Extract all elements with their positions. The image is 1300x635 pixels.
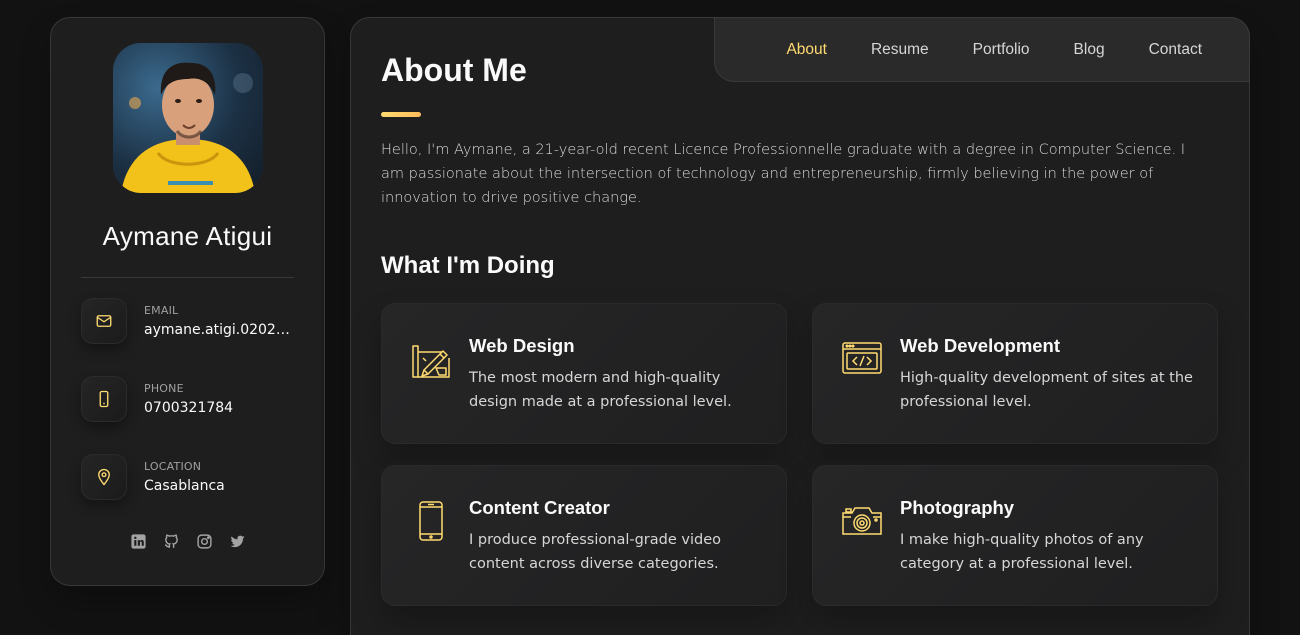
sidebar: Aymane Atigui Email aymane.atigi.0202@gm… bbox=[50, 17, 325, 586]
title-underline bbox=[381, 112, 421, 117]
avatar bbox=[113, 43, 263, 193]
linkedin-icon[interactable] bbox=[129, 532, 147, 550]
contact-title-location: Location bbox=[144, 460, 202, 473]
twitter-icon[interactable] bbox=[228, 532, 246, 550]
code-icon bbox=[841, 338, 883, 380]
avatar-photo bbox=[113, 43, 263, 193]
phone-link[interactable]: 0700321784 bbox=[144, 400, 294, 416]
contact-email: Email aymane.atigi.0202@gmail.com bbox=[81, 298, 296, 346]
mail-icon bbox=[81, 298, 127, 344]
separator bbox=[81, 277, 294, 278]
github-icon[interactable] bbox=[162, 532, 180, 550]
contact-title-phone: Phone bbox=[144, 382, 184, 395]
social-links bbox=[51, 532, 324, 550]
nav-blog[interactable]: Blog bbox=[1074, 41, 1105, 59]
nav-about[interactable]: About bbox=[786, 41, 827, 59]
service-title: Web Development bbox=[900, 335, 1061, 356]
service-text: High-quality development of sites at the… bbox=[900, 370, 1193, 410]
service-text: The most modern and high-quality design … bbox=[469, 370, 732, 410]
service-title: Content Creator bbox=[469, 497, 610, 518]
nav-resume[interactable]: Resume bbox=[871, 41, 929, 59]
service-title: Web Design bbox=[469, 335, 575, 356]
service-text: I make high-quality photos of any catego… bbox=[900, 532, 1144, 572]
service-title: Photography bbox=[900, 497, 1015, 518]
page-title: About Me bbox=[381, 52, 527, 88]
about-text: Hello, I'm Aymane, a 21-year-old recent … bbox=[381, 142, 1185, 206]
camera-icon bbox=[841, 500, 883, 542]
nav-portfolio[interactable]: Portfolio bbox=[973, 41, 1030, 59]
instagram-icon[interactable] bbox=[195, 532, 213, 550]
about-article: About Resume Portfolio Blog Contact Abou… bbox=[350, 17, 1250, 635]
smartphone-icon bbox=[410, 500, 452, 542]
location-pin-icon bbox=[81, 454, 127, 500]
services-title: What I'm Doing bbox=[381, 252, 555, 279]
design-icon bbox=[410, 338, 452, 380]
contact-title-email: Email bbox=[144, 304, 179, 317]
nav-contact[interactable]: Contact bbox=[1149, 41, 1202, 59]
navbar: About Resume Portfolio Blog Contact bbox=[714, 17, 1250, 82]
service-card-web-design: Web Design The most modern and high-qual… bbox=[381, 303, 787, 444]
contact-phone: Phone 0700321784 bbox=[81, 376, 296, 424]
service-card-content-creator: Content Creator I produce professional-g… bbox=[381, 465, 787, 606]
service-card-photography: Photography I make high-quality photos o… bbox=[812, 465, 1218, 606]
email-link[interactable]: aymane.atigi.0202@gmail.com bbox=[144, 322, 294, 338]
service-text: I produce professional-grade video conte… bbox=[469, 532, 721, 572]
profile-name: Aymane Atigui bbox=[102, 221, 273, 251]
contact-location: Location Casablanca bbox=[81, 454, 296, 502]
location-value: Casablanca bbox=[144, 478, 225, 494]
phone-icon bbox=[81, 376, 127, 422]
service-card-web-development: Web Development High-quality development… bbox=[812, 303, 1218, 444]
